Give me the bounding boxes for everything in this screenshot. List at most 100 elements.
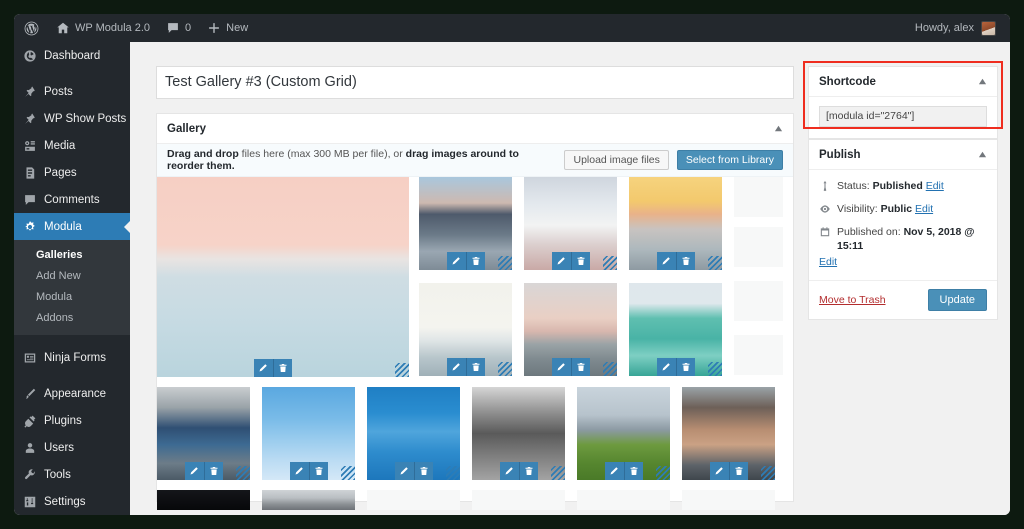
chevron-up-icon[interactable] [774, 124, 783, 133]
delete-image-button[interactable] [203, 462, 223, 480]
delete-image-button[interactable] [675, 252, 695, 270]
edit-image-button[interactable] [656, 358, 676, 376]
delete-image-button[interactable] [272, 359, 292, 377]
resize-handle-icon[interactable] [708, 362, 722, 376]
sidebar-item-dashboard[interactable]: Dashboard [14, 42, 130, 69]
move-to-trash-link[interactable]: Move to Trash [819, 294, 928, 306]
delete-image-button[interactable] [728, 462, 748, 480]
update-button[interactable]: Update [927, 289, 987, 311]
shortcode-input[interactable]: [modula id="2764"] [819, 106, 987, 127]
resize-handle-icon[interactable] [446, 466, 460, 480]
gallery-image-tile[interactable] [524, 283, 617, 376]
sidebar-item-posts[interactable]: Posts [14, 78, 130, 105]
delete-image-button[interactable] [675, 358, 695, 376]
gallery-empty-slot[interactable] [472, 490, 565, 510]
gallery-image-tile[interactable] [262, 490, 355, 510]
gallery-image-tile[interactable] [419, 283, 512, 376]
gallery-image-tile[interactable] [262, 387, 355, 480]
delete-image-button[interactable] [570, 252, 590, 270]
edit-image-button[interactable] [394, 462, 414, 480]
sidebar-item-users[interactable]: Users [14, 434, 130, 461]
resize-handle-icon[interactable] [656, 466, 670, 480]
gallery-image-tile[interactable] [629, 177, 722, 270]
delete-image-button[interactable] [308, 462, 328, 480]
sidebar-item-tools[interactable]: Tools [14, 461, 130, 488]
new-content-link[interactable]: New [199, 14, 256, 42]
edit-image-button[interactable] [289, 462, 309, 480]
edit-image-button[interactable] [253, 359, 273, 377]
gallery-empty-slot[interactable] [734, 177, 783, 217]
edit-image-button[interactable] [499, 462, 519, 480]
resize-handle-icon[interactable] [603, 362, 617, 376]
published-edit-link[interactable]: Edit [819, 256, 837, 268]
gallery-empty-slot[interactable] [734, 227, 783, 267]
resize-handle-icon[interactable] [761, 466, 775, 480]
sidebar-item-appearance[interactable]: Appearance [14, 380, 130, 407]
gallery-image-tile[interactable] [577, 387, 670, 480]
resize-handle-icon[interactable] [341, 466, 355, 480]
sidebar-item-settings[interactable]: Settings [14, 488, 130, 515]
sidebar-item-plugins[interactable]: Plugins [14, 407, 130, 434]
delete-image-button[interactable] [518, 462, 538, 480]
delete-image-button[interactable] [623, 462, 643, 480]
my-account-menu[interactable]: Howdy, alex [915, 20, 1010, 36]
chevron-up-icon[interactable] [978, 150, 987, 159]
gallery-empty-slot[interactable] [367, 490, 460, 510]
chevron-up-icon[interactable] [978, 77, 987, 86]
gallery-empty-slot[interactable] [734, 281, 783, 321]
sidebar-item-wp-show-posts[interactable]: WP Show Posts [14, 105, 130, 132]
gallery-empty-slot[interactable] [577, 490, 670, 510]
sidebar-item-comments[interactable]: Comments [14, 186, 130, 213]
select-from-library-button[interactable]: Select from Library [676, 150, 783, 170]
upload-image-files-button[interactable]: Upload image files [564, 150, 669, 170]
submenu-item-addons[interactable]: Addons [14, 308, 130, 329]
edit-image-button[interactable] [709, 462, 729, 480]
site-name-link[interactable]: WP Modula 2.0 [48, 14, 158, 42]
gallery-title-input[interactable]: Test Gallery #3 (Custom Grid) [156, 66, 794, 99]
gallery-image-tile[interactable] [367, 387, 460, 480]
resize-handle-icon[interactable] [603, 256, 617, 270]
delete-image-button[interactable] [413, 462, 433, 480]
wordpress-logo-link[interactable] [14, 14, 48, 42]
sidebar-item-modula[interactable]: Modula [14, 213, 131, 240]
comments-link[interactable]: 0 [158, 14, 199, 42]
resize-handle-icon[interactable] [236, 466, 250, 480]
edit-image-button[interactable] [656, 252, 676, 270]
resize-handle-icon[interactable] [498, 362, 512, 376]
delete-image-button[interactable] [465, 358, 485, 376]
edit-image-button[interactable] [446, 252, 466, 270]
status-edit-link[interactable]: Edit [926, 180, 944, 192]
submenu-item-modula[interactable]: Modula [14, 287, 130, 308]
sidebar-item-pages[interactable]: Pages [14, 159, 130, 186]
delete-image-button[interactable] [465, 252, 485, 270]
gallery-empty-slot[interactable] [734, 335, 783, 375]
gallery-metabox-header[interactable]: Gallery [157, 114, 793, 144]
visibility-edit-link[interactable]: Edit [915, 203, 933, 215]
edit-image-button[interactable] [184, 462, 204, 480]
resize-handle-icon[interactable] [498, 256, 512, 270]
sidebar-item-ninja-forms[interactable]: Ninja Forms [14, 344, 130, 371]
shortcode-metabox-header[interactable]: Shortcode [809, 67, 997, 97]
submenu-item-galleries[interactable]: Galleries [14, 245, 130, 266]
gallery-image-tile[interactable] [472, 387, 565, 480]
gallery-image-tile[interactable] [524, 177, 617, 270]
submenu-item-add-new[interactable]: Add New [14, 266, 130, 287]
edit-image-button[interactable] [551, 358, 571, 376]
edit-image-button[interactable] [551, 252, 571, 270]
gallery-empty-slot[interactable] [682, 490, 775, 510]
gallery-image-tile[interactable] [419, 177, 512, 270]
gallery-image-tile[interactable] [157, 490, 250, 510]
gallery-image-tile[interactable] [157, 177, 409, 377]
gallery-image-tile[interactable] [682, 387, 775, 480]
sidebar-item-media[interactable]: Media [14, 132, 130, 159]
publish-metabox-header[interactable]: Publish [809, 140, 997, 170]
resize-handle-icon[interactable] [708, 256, 722, 270]
gallery-grid[interactable] [157, 177, 793, 510]
gallery-image-tile[interactable] [157, 387, 250, 480]
gallery-image-tile[interactable] [629, 283, 722, 376]
delete-image-button[interactable] [570, 358, 590, 376]
edit-image-button[interactable] [604, 462, 624, 480]
resize-handle-icon[interactable] [395, 363, 409, 377]
edit-image-button[interactable] [446, 358, 466, 376]
resize-handle-icon[interactable] [551, 466, 565, 480]
